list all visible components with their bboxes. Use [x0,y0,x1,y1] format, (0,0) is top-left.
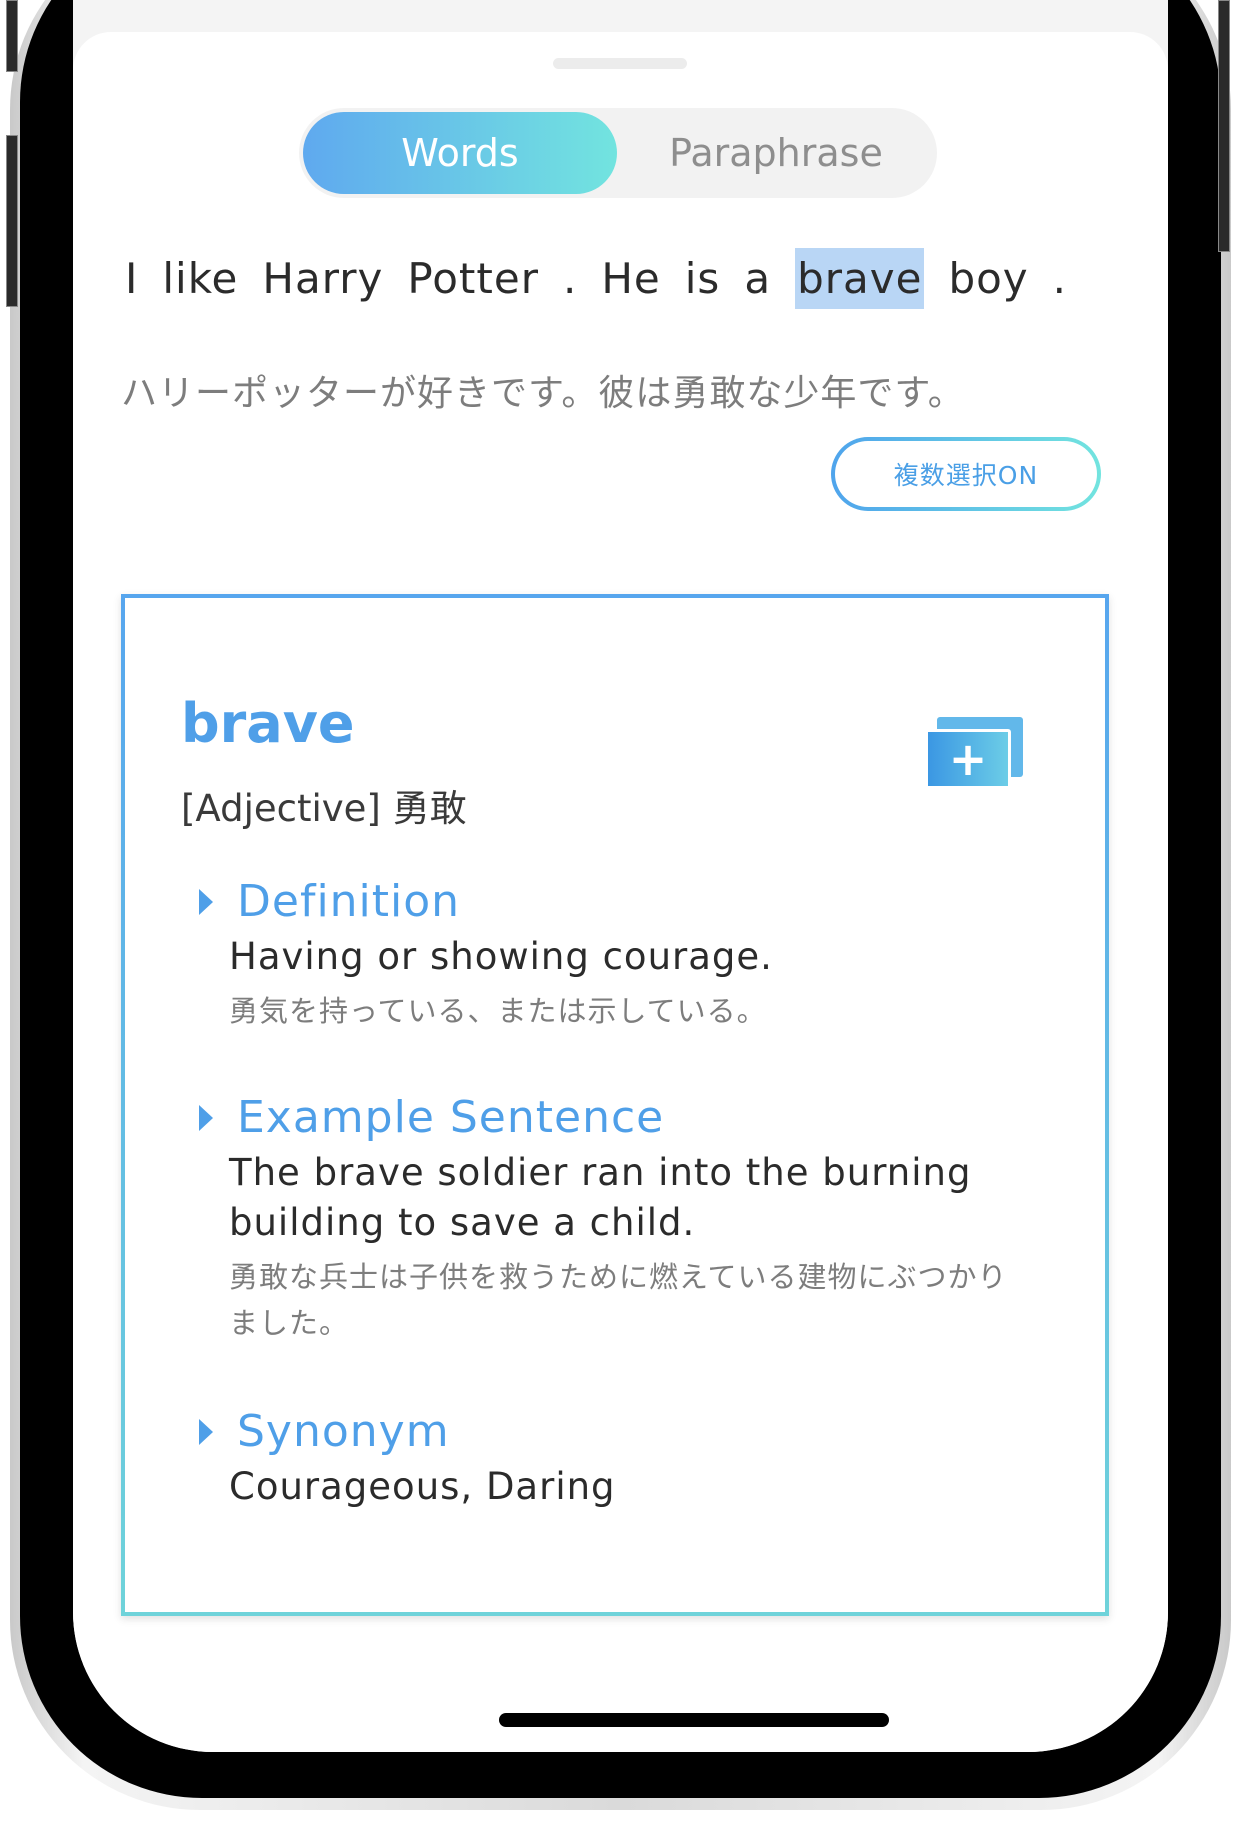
section-header-example[interactable]: Example Sentence [199,1092,1019,1148]
caret-right-icon [199,889,213,915]
definition-english: Having or showing courage. [229,935,773,978]
add-to-flashcards-button[interactable]: + [925,717,1025,789]
section-definition: Definition Having or showing courage. 勇気… [199,876,1019,1034]
sentence-token-selected[interactable]: brave [795,248,925,309]
multi-select-button-label: 複数選択ON [835,441,1097,507]
section-title: Example Sentence [237,1092,665,1143]
definition-japanese: 勇気を持っている、または示している。 [229,994,767,1028]
sentence-token[interactable]: is [685,248,721,309]
word-detail-card: brave [Adjective] 勇敢 + Definition Having… [121,594,1109,1616]
word-title: brave [181,692,355,755]
sentence-token[interactable]: Potter [407,248,539,309]
bottom-sheet: Words Paraphrase Ilike Harry Potter. He is a b… [73,32,1168,1752]
tab-words[interactable]: Words [303,112,617,194]
plus-icon: + [925,729,1011,789]
multi-select-button[interactable]: 複数選択ON [831,437,1101,511]
example-english: The brave soldier ran into the burning b… [229,1151,972,1244]
sentence-token[interactable]: a [744,248,771,309]
section-header-synonym[interactable]: Synonym [199,1406,1019,1462]
part-of-speech: [Adjective] 勇敢 [181,787,467,830]
section-title: Definition [237,876,461,927]
sentence-token[interactable]: He [601,248,660,309]
sentence-token[interactable]: Harry [262,248,383,309]
caret-right-icon [199,1105,213,1131]
synonym-list: Courageous, Daring [229,1465,616,1508]
section-synonym: Synonym Courageous, Daring [199,1406,1019,1512]
home-indicator[interactable] [499,1713,889,1727]
section-title: Synonym [237,1406,450,1457]
sentence-translation: ハリーポッターが好きです。彼は勇敢な少年です。 [121,373,965,414]
section-example-sentence: Example Sentence The brave soldier ran i… [199,1092,1019,1346]
sentence-token[interactable]: boy [948,248,1028,309]
caret-right-icon [199,1419,213,1445]
section-header-definition[interactable]: Definition [199,876,1019,932]
phone-volume-button [6,135,18,307]
sentence-token[interactable]: like [162,248,238,309]
sentence-token[interactable]: I [125,248,138,309]
tab-paraphrase[interactable]: Paraphrase [619,112,933,194]
sentence-token[interactable]: . [563,248,577,309]
example-japanese: 勇敢な兵士は子供を救うために燃えている建物にぶつかりました。 [229,1260,1008,1340]
phone-side-button [6,0,18,72]
phone-screen: Words Paraphrase Ilike Harry Potter. He is a b… [73,0,1168,1752]
phone-power-button [1218,0,1230,252]
source-sentence: Ilike Harry Potter. He is a brave boy. [125,248,1091,309]
mode-segmented-control: Words Paraphrase [299,108,937,198]
sheet-grabber[interactable] [553,58,687,69]
sentence-token[interactable]: . [1053,248,1067,309]
